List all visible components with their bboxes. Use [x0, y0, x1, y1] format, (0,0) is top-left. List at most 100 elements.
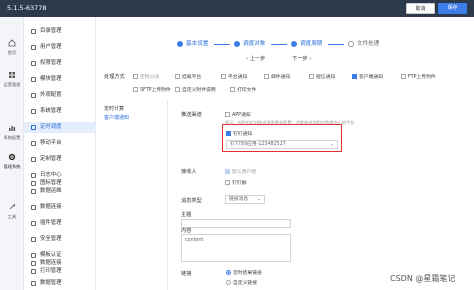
admin-menu: 目录管理 用户管理 权限管理 模块管理 外观配置 系统管理 定时调度 移动平台 …: [24, 17, 96, 290]
option-email-notice[interactable]: 邮件通知: [264, 73, 290, 80]
content-textarea[interactable]: content: [181, 234, 291, 262]
menu-item-modules[interactable]: 模块管理: [24, 74, 96, 85]
step-done-icon: [177, 40, 183, 47]
prev-step-button[interactable]: ‹ 上一步: [246, 55, 265, 62]
lock-icon: [31, 61, 36, 66]
menu-item-system[interactable]: 系统管理: [24, 106, 96, 117]
checkbox-checked-icon: [225, 169, 230, 174]
cancel-button[interactable]: 取消: [406, 3, 435, 14]
menu-item-data-ops[interactable]: 数据运维: [24, 186, 96, 197]
option-print-file[interactable]: 打印文件: [230, 86, 256, 93]
checkbox-icon: [225, 112, 230, 117]
system-icon: [31, 109, 36, 114]
custom-icon: [31, 157, 36, 162]
notice-subpanel: 定时计算 客户端通知: [100, 100, 168, 290]
radio-selected-icon: [226, 270, 231, 275]
rail-item-config[interactable]: 系统配置: [0, 124, 24, 141]
checkbox-icon: [309, 74, 314, 79]
app-version: 5.1.5-63778: [7, 4, 47, 12]
checkbox-icon: [133, 74, 138, 79]
step-connector: [328, 44, 344, 45]
step-done-icon: [234, 40, 240, 47]
menu-item-data-conn[interactable]: 数据连接: [24, 202, 96, 213]
content-label: 内容: [181, 228, 192, 234]
option-custom-attach[interactable]: 自定义附件说明: [175, 86, 216, 93]
msg-type-select[interactable]: 链接消息 ⌄: [225, 195, 265, 204]
menu-item-security[interactable]: 安全管理: [24, 234, 96, 245]
top-bar: 5.1.5-63778 取消 保存: [0, 0, 474, 17]
process-label: 处理方式: [104, 74, 125, 80]
option-scheduled-dispatch[interactable]: 定时分派: [133, 73, 159, 80]
step-done-icon: [291, 40, 297, 47]
shield-icon: [31, 237, 36, 242]
checkbox-icon: [175, 74, 180, 79]
printer-icon: [31, 269, 36, 274]
menu-item-permissions[interactable]: 权限管理: [24, 58, 96, 69]
checkbox-icon: [230, 87, 235, 92]
step-basic[interactable]: 基本设置: [177, 39, 208, 49]
highlight-box: [222, 124, 342, 152]
subpanel-item-client[interactable]: 客户端通知: [104, 114, 129, 121]
step-indicator: 基本设置 调度对象 调度周期 文件处理: [160, 39, 420, 51]
menu-item-catalog[interactable]: 目录管理: [24, 26, 96, 37]
msg-type-label: 消息类型: [181, 198, 202, 204]
checkbox-icon: [225, 180, 230, 185]
radio-icon: [226, 280, 231, 285]
menu-item-users[interactable]: 用户管理: [24, 42, 96, 53]
option-mount-platform[interactable]: 挂载平台: [175, 73, 201, 80]
step-file[interactable]: 文件处理: [348, 39, 379, 49]
home-icon: [8, 39, 16, 47]
next-step-button[interactable]: 下一步 ›: [292, 55, 311, 62]
menu-item-data-mgmt[interactable]: 数据管理: [24, 278, 96, 289]
module-icon: [31, 77, 36, 82]
option-platform-notice[interactable]: 平台通知: [221, 73, 247, 80]
option-default-group[interactable]: 默认用户组: [225, 168, 256, 175]
checkbox-icon: [133, 87, 138, 92]
option-dingtalk-group[interactable]: 钉钉群: [225, 179, 246, 186]
rail-item-tools[interactable]: 工具: [0, 203, 24, 220]
subject-label: 主题: [181, 212, 192, 218]
tools-icon: [9, 203, 15, 210]
step-connector: [214, 44, 230, 45]
option-client-notice[interactable]: 客户端通知: [352, 73, 383, 80]
option-ftp-upload[interactable]: FTP上传附件: [401, 73, 436, 80]
menu-item-schedule[interactable]: 定时调度: [24, 122, 96, 133]
subpanel-item-calc[interactable]: 定时计算: [104, 105, 124, 112]
checkbox-checked-icon: [352, 74, 357, 79]
menu-item-custom[interactable]: 定制管理: [24, 154, 96, 165]
radio-custom-link[interactable]: 自定义链接: [226, 279, 257, 286]
link-label: 链接: [181, 271, 192, 277]
menu-item-plugins[interactable]: 插件管理: [24, 218, 96, 229]
step-object[interactable]: 调度对象: [234, 39, 265, 49]
step-cycle[interactable]: 调度周期: [291, 39, 322, 49]
save-button[interactable]: 保存: [438, 3, 467, 14]
catalog-icon: [31, 29, 36, 34]
mobile-icon: [31, 141, 36, 146]
clock-icon: [31, 125, 36, 130]
checkbox-icon: [264, 74, 269, 79]
chevron-down-icon: ⌄: [256, 197, 261, 202]
database-icon: [31, 189, 36, 194]
radio-result-link[interactable]: 定时结果链接: [226, 269, 262, 276]
menu-item-print[interactable]: 打印管理: [24, 266, 96, 277]
option-sms-notice[interactable]: 短信通知: [309, 73, 335, 80]
gear-icon: [8, 153, 16, 161]
rail-item-home[interactable]: 首页: [0, 39, 24, 56]
palette-icon: [31, 93, 36, 98]
menu-item-appearance[interactable]: 外观配置: [24, 90, 96, 101]
option-app-notice[interactable]: APP通知: [225, 111, 251, 118]
link-icon: [31, 205, 36, 210]
chart-icon: [9, 126, 16, 131]
checkbox-icon: [401, 74, 406, 79]
icon-rail: 首页 运营管理 系统配置 管理系统 工具: [0, 17, 24, 290]
step-pending-icon: [348, 40, 354, 47]
rail-item-admin[interactable]: 管理系统: [0, 153, 24, 170]
folder-icon: [31, 281, 36, 286]
menu-item-mobile[interactable]: 移动平台: [24, 138, 96, 149]
subject-input[interactable]: [181, 219, 291, 228]
push-channel-label: 推送渠道: [181, 112, 202, 118]
rail-item-ops[interactable]: 运营管理: [0, 71, 24, 88]
grid-icon: [9, 72, 15, 78]
watermark: CSDN @星霜笔记: [390, 274, 456, 283]
option-sftp-upload[interactable]: SFTP上传附件: [133, 86, 171, 93]
